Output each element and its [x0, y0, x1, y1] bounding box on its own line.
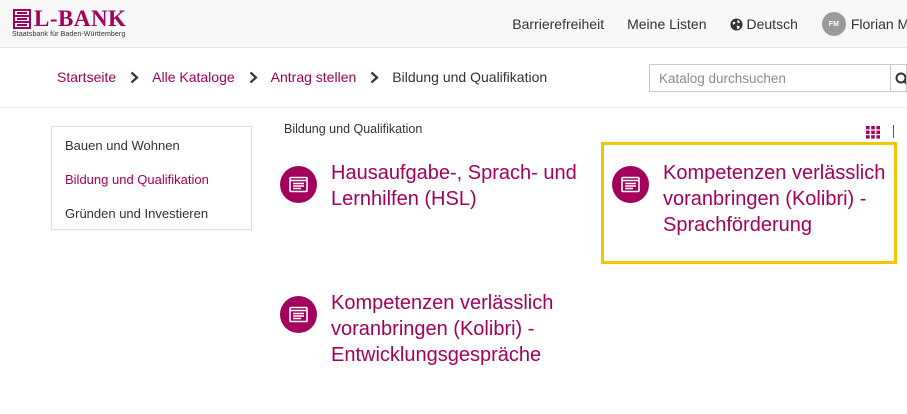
chevron-right-icon — [130, 71, 139, 83]
top-nav: Barrierefreiheit Meine Listen Deutsch FM… — [512, 0, 907, 48]
breadcrumb: Startseite Alle Kataloge Antrag stellen … — [57, 69, 547, 85]
breadcrumb-bar: Startseite Alle Kataloge Antrag stellen … — [0, 48, 907, 108]
section-title: Bildung und Qualifikation — [284, 122, 423, 136]
language-selector[interactable]: Deutsch — [729, 16, 798, 32]
highlight-frame — [601, 142, 897, 264]
breadcrumb-home[interactable]: Startseite — [57, 69, 116, 85]
accessibility-link[interactable]: Barrierefreiheit — [512, 16, 604, 32]
chevron-right-icon — [249, 71, 258, 83]
sidebar-item-founding-investing[interactable]: Gründen und Investieren — [52, 204, 251, 238]
catalog-tile-kolibri-development[interactable]: Kompetenzen verlässlich voranbringen (Ko… — [280, 290, 605, 368]
grid-view-icon[interactable] — [866, 125, 880, 139]
lbank-logo[interactable]: L-BANK Staatsbank für Baden-Württemberg — [12, 6, 127, 38]
avatar: FM — [821, 12, 846, 36]
view-toggle-divider — [893, 125, 894, 138]
coat-of-arms-icon — [13, 9, 31, 29]
breadcrumb-current: Bildung und Qualifikation — [392, 69, 548, 85]
top-header: L-BANK Staatsbank für Baden-Württemberg … — [0, 0, 907, 48]
logo-wordmark: L-BANK — [34, 6, 127, 31]
user-name: Florian Mu — [850, 16, 907, 32]
page: L-BANK Staatsbank für Baden-Württemberg … — [0, 0, 907, 414]
globe-icon — [729, 17, 743, 31]
logo-subtitle: Staatsbank für Baden-Württemberg — [12, 31, 126, 38]
tile-title: Kompetenzen verlässlich voranbringen (Ko… — [331, 292, 554, 366]
my-lists-link[interactable]: Meine Listen — [627, 16, 706, 32]
breadcrumb-submit-application[interactable]: Antrag stellen — [271, 69, 357, 85]
chevron-right-icon — [371, 71, 379, 83]
search-button[interactable] — [890, 65, 906, 91]
catalog-search — [649, 64, 907, 92]
tile-title: Hausaufgabe-, Sprach- und Lernhilfen (HS… — [331, 162, 577, 210]
search-input[interactable] — [650, 65, 890, 91]
form-document-icon — [280, 166, 317, 203]
sidebar-item-education-qualification[interactable]: Bildung und Qualifikation — [52, 170, 251, 204]
language-label: Deutsch — [746, 16, 798, 32]
search-icon — [895, 72, 906, 85]
breadcrumb-all-catalogs[interactable]: Alle Kataloge — [152, 69, 235, 85]
category-sidebar: Bauen und Wohnen Bildung und Qualifikati… — [51, 126, 252, 230]
user-menu[interactable]: FM Florian Mu — [821, 12, 907, 36]
sidebar-item-building-housing[interactable]: Bauen und Wohnen — [52, 136, 251, 170]
form-document-icon — [280, 296, 317, 333]
catalog-tile-hsl[interactable]: Hausaufgabe-, Sprach- und Lernhilfen (HS… — [280, 160, 605, 212]
